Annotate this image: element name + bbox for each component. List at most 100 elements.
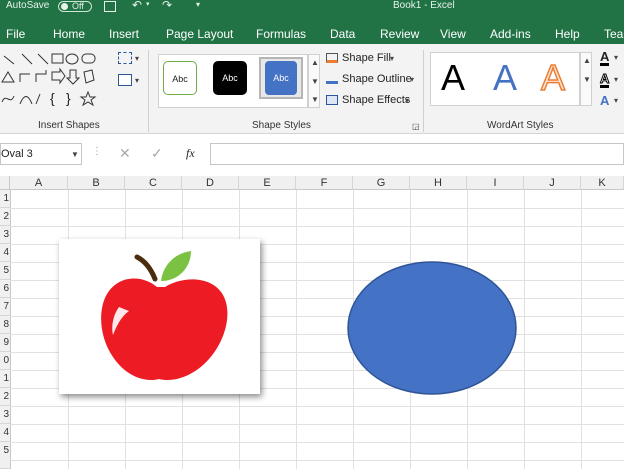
gridline bbox=[10, 442, 624, 443]
formula-input[interactable] bbox=[210, 143, 624, 165]
right-brace-icon: } bbox=[66, 90, 71, 106]
tab-file[interactable]: File bbox=[6, 27, 25, 41]
tab-add-ins[interactable]: Add-ins bbox=[490, 27, 531, 41]
column-header-e[interactable]: E bbox=[239, 176, 296, 190]
column-header-f[interactable]: F bbox=[296, 176, 353, 190]
autosave-label: AutoSave bbox=[6, 0, 50, 11]
undo-icon[interactable]: ↶ bbox=[132, 0, 142, 12]
apple-body bbox=[101, 278, 228, 381]
column-header-h[interactable]: H bbox=[410, 176, 467, 190]
wordart-scroll[interactable]: ▲ ▼ bbox=[580, 52, 592, 106]
tab-insert[interactable]: Insert bbox=[109, 27, 139, 41]
undo-dropdown-icon[interactable]: ▾ bbox=[146, 0, 150, 8]
row-header[interactable]: 4 bbox=[0, 424, 10, 442]
text-fill-dropdown-icon[interactable]: ▾ bbox=[614, 53, 618, 62]
text-effects-icon[interactable]: A bbox=[600, 94, 609, 107]
wordart-blue[interactable]: A bbox=[493, 57, 517, 99]
select-all-corner[interactable] bbox=[0, 176, 10, 190]
curve-shape-icon bbox=[1, 95, 15, 103]
column-header-c[interactable]: C bbox=[125, 176, 182, 190]
text-outline-dropdown-icon[interactable]: ▾ bbox=[614, 75, 618, 84]
row-header[interactable]: 1 bbox=[0, 370, 10, 388]
wordart-orange-outline[interactable]: A bbox=[540, 56, 566, 99]
wordart-scroll-down-icon[interactable]: ▼ bbox=[583, 75, 591, 84]
row-header[interactable]: 5 bbox=[0, 262, 10, 280]
apple-illustration bbox=[101, 251, 228, 381]
customize-qat-icon[interactable]: ▾ bbox=[196, 0, 200, 9]
row-header[interactable]: 2 bbox=[0, 388, 10, 406]
row-header[interactable]: 8 bbox=[0, 316, 10, 334]
apple-picture[interactable] bbox=[59, 239, 260, 394]
cancel-icon[interactable]: ✕ bbox=[119, 145, 131, 162]
tab-data[interactable]: Data bbox=[330, 27, 355, 41]
row-header[interactable]: 3 bbox=[0, 406, 10, 424]
rounded-rect-shape-icon bbox=[81, 53, 96, 64]
style-sample-blue[interactable]: Abc bbox=[265, 61, 297, 95]
row-header[interactable]: 0 bbox=[0, 352, 10, 370]
row-header[interactable]: 3 bbox=[0, 226, 10, 244]
column-header-k[interactable]: K bbox=[581, 176, 624, 190]
name-box[interactable]: Oval 3 ▼ bbox=[0, 143, 82, 165]
insert-function-icon[interactable]: fx bbox=[186, 146, 195, 161]
autosave-toggle[interactable]: Off bbox=[58, 1, 92, 12]
tab-help[interactable]: Help bbox=[555, 27, 580, 41]
gridline bbox=[10, 406, 624, 407]
blue-oval-shape[interactable] bbox=[347, 260, 521, 397]
shape-outline-label: Shape Outline bbox=[342, 73, 412, 85]
shape-styles-launcher-icon[interactable]: ◲ bbox=[412, 122, 420, 131]
text-effects-dropdown-icon[interactable]: ▾ bbox=[614, 96, 618, 105]
tab-page-layout[interactable]: Page Layout bbox=[166, 27, 233, 41]
text-outline-icon[interactable]: A bbox=[599, 72, 610, 88]
row-header[interactable]: 1 bbox=[0, 190, 10, 208]
wordart-gallery[interactable]: A A A bbox=[430, 52, 580, 106]
row-header[interactable]: 6 bbox=[0, 280, 10, 298]
column-header-g[interactable]: G bbox=[353, 176, 410, 190]
enter-icon[interactable]: ✓ bbox=[151, 145, 163, 162]
tab-formulas[interactable]: Formulas bbox=[256, 27, 306, 41]
gridline bbox=[296, 190, 297, 469]
tab-view[interactable]: View bbox=[440, 27, 466, 41]
text-fill-icon[interactable]: A bbox=[600, 50, 610, 66]
row-header[interactable]: 7 bbox=[0, 298, 10, 316]
shape-fill-label: Shape Fill bbox=[342, 52, 391, 64]
shape-styles-gallery[interactable]: Abc Abc Abc bbox=[158, 54, 308, 108]
text-box-dropdown-icon[interactable]: ▾ bbox=[135, 76, 139, 85]
shapes-gallery[interactable]: { } bbox=[0, 50, 104, 112]
tab-home[interactable]: Home bbox=[53, 27, 85, 41]
scroll-up-icon[interactable]: ▲ bbox=[311, 58, 319, 67]
column-header-d[interactable]: D bbox=[182, 176, 239, 190]
column-header-j[interactable]: J bbox=[524, 176, 581, 190]
worksheet-grid[interactable]: A B C D E F G H I J K 1 2 3 4 5 6 7 8 9 … bbox=[0, 176, 624, 469]
style-sample-white[interactable]: Abc bbox=[163, 61, 197, 95]
gridline bbox=[10, 208, 624, 209]
column-header-a[interactable]: A bbox=[10, 176, 68, 190]
name-box-dropdown-icon[interactable]: ▼ bbox=[71, 150, 79, 159]
shape-styles-label: Shape Styles bbox=[252, 120, 311, 131]
row-header[interactable]: 4 bbox=[0, 244, 10, 262]
wordart-black[interactable]: A bbox=[441, 57, 465, 99]
edit-shape-icon[interactable] bbox=[118, 52, 132, 64]
more-styles-icon[interactable]: ▼ bbox=[311, 95, 319, 104]
shape-fill-dropdown-icon: ▾ bbox=[390, 54, 395, 63]
apple-leaf bbox=[161, 251, 191, 281]
column-header-i[interactable]: I bbox=[467, 176, 524, 190]
text-box-icon[interactable] bbox=[118, 74, 132, 86]
formula-bar-row: Oval 3 ▼ ⋮ ✕ ✓ fx bbox=[0, 134, 624, 176]
save-icon[interactable] bbox=[104, 1, 116, 12]
row-header[interactable]: 9 bbox=[0, 334, 10, 352]
tab-team[interactable]: Tea bbox=[604, 27, 623, 41]
row-header[interactable]: 5 bbox=[0, 442, 10, 469]
column-header-b[interactable]: B bbox=[68, 176, 125, 190]
more-options-icon: ⋮ bbox=[92, 146, 102, 157]
tab-review[interactable]: Review bbox=[380, 27, 419, 41]
row-header[interactable]: 2 bbox=[0, 208, 10, 226]
down-arrow-shape-icon bbox=[65, 69, 81, 85]
arc-shape-icon bbox=[19, 96, 33, 105]
style-sample-black[interactable]: Abc bbox=[213, 61, 247, 95]
scroll-down-icon[interactable]: ▼ bbox=[311, 77, 319, 86]
redo-icon[interactable]: ↷ bbox=[162, 0, 172, 12]
group-divider bbox=[423, 50, 424, 132]
wordart-scroll-up-icon[interactable]: ▲ bbox=[583, 56, 591, 65]
shape-styles-scroll[interactable]: ▲ ▼ ▼ bbox=[308, 54, 320, 108]
edit-shape-dropdown-icon[interactable]: ▾ bbox=[135, 54, 139, 63]
